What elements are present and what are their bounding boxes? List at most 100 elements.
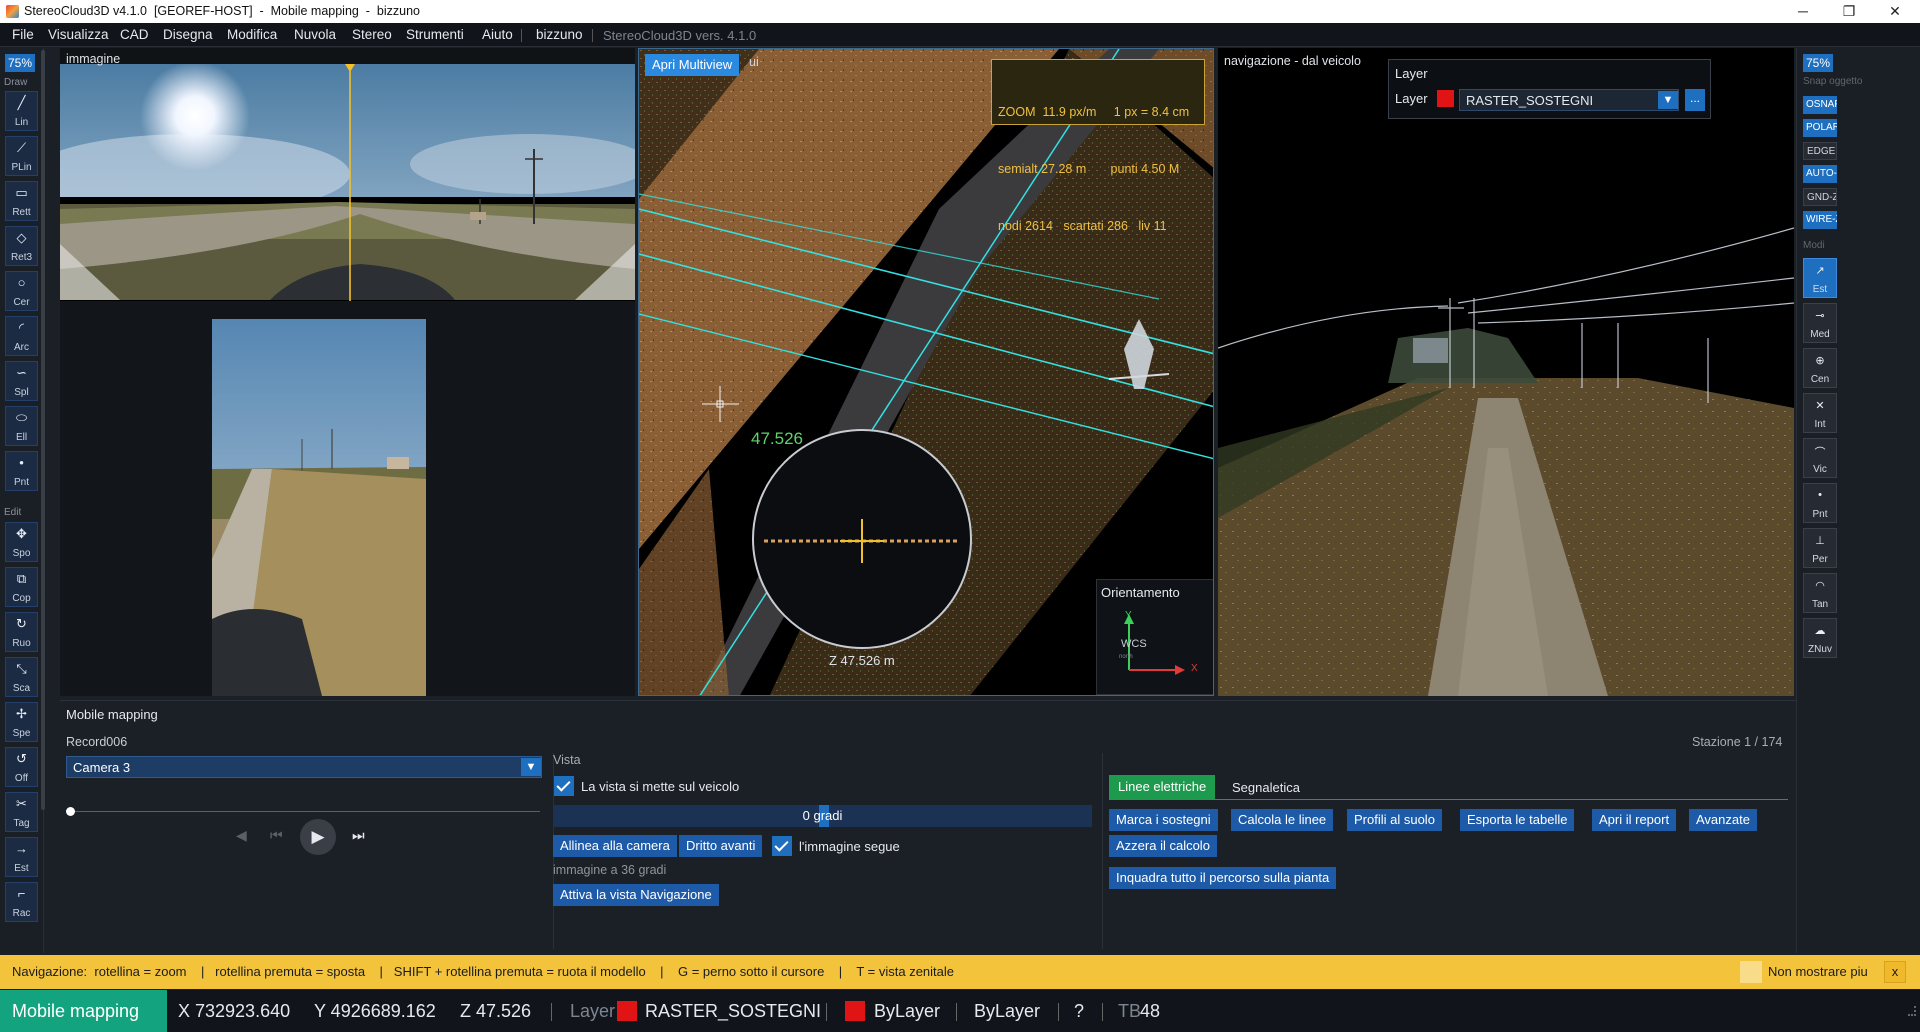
mode-label: Pnt xyxy=(1812,509,1828,520)
zoom-info-line-2: semialt 27.28 m punti 4.50 M xyxy=(998,162,1180,176)
compute-lines-button[interactable]: Calcola le linee xyxy=(1231,809,1334,831)
angle-slider[interactable]: 0 gradi xyxy=(553,805,1092,827)
menu-modifica[interactable]: Modifica xyxy=(227,27,277,42)
layer-select-value: RASTER_SOSTEGNI xyxy=(1466,93,1594,108)
left-zoom-level[interactable]: 75% xyxy=(5,54,35,72)
tool-sca-button[interactable]: ⤡ Sca xyxy=(5,657,38,697)
dont-show-checkbox[interactable] xyxy=(1740,961,1762,983)
align-camera-button[interactable]: Allinea alla camera xyxy=(553,835,677,857)
record-slider-thumb[interactable] xyxy=(66,807,75,816)
mode-label: Est xyxy=(1812,284,1828,295)
camera-photo[interactable] xyxy=(212,319,426,696)
minimize-button[interactable]: ─ xyxy=(1780,0,1826,23)
tool-pnt-button[interactable]: • Pnt xyxy=(5,451,38,491)
image-follows-checkbox[interactable] xyxy=(772,836,792,856)
tool-arc-button[interactable]: ◜ Arc xyxy=(5,316,38,356)
tool-rett-button[interactable]: ▭ Rett xyxy=(5,181,38,221)
status-layer-value[interactable]: RASTER_SOSTEGNI xyxy=(645,1001,821,1022)
tab-segnaletica[interactable]: Segnaletica xyxy=(1232,780,1300,795)
camera-select[interactable]: Camera 3 ▼ xyxy=(66,756,542,778)
tool-label: Ell xyxy=(15,432,28,443)
tool-spe-button[interactable]: ✢ Spe xyxy=(5,702,38,742)
mode-cen-button[interactable]: ⊕ Cen xyxy=(1803,348,1837,388)
tool-est-button[interactable]: → Est xyxy=(5,837,38,877)
follow-vehicle-checkbox[interactable] xyxy=(554,776,574,796)
title-bar: StereoCloud3D v4.1.0 [GEOREF-HOST] - Mob… xyxy=(0,0,1920,23)
tool-label: Tag xyxy=(13,818,30,829)
menu-user[interactable]: bizzuno xyxy=(536,27,583,42)
tool-ret3-button[interactable]: ◇ Ret3 xyxy=(5,226,38,266)
menu-visualizza[interactable]: Visualizza xyxy=(48,27,109,42)
tool-ruo-button[interactable]: ↻ Ruo xyxy=(5,612,38,652)
panorama-image[interactable] xyxy=(60,64,635,301)
tool-cop-button[interactable]: ⧉ Cop xyxy=(5,567,38,607)
snap-polar-toggle[interactable]: POLAR xyxy=(1803,119,1837,137)
tool-plin-button[interactable]: ⟋ PLin xyxy=(5,136,38,176)
tool-ell-button[interactable]: ⬭ Ell xyxy=(5,406,38,446)
menu-nuvola[interactable]: Nuvola xyxy=(294,27,336,42)
status-help[interactable]: ? xyxy=(1074,1001,1084,1022)
layer-more-button[interactable]: ... xyxy=(1685,89,1705,111)
tool-cer-button[interactable]: ○ Cer xyxy=(5,271,38,311)
frame-path-button[interactable]: Inquadra tutto il percorso sulla pianta xyxy=(1109,867,1337,889)
left-toolbar-scrollbar[interactable] xyxy=(41,50,45,810)
mode-vic-button[interactable]: ⌒ Vic xyxy=(1803,438,1837,478)
map-view-panel[interactable]: Apri Multiview ui ZOOM 11.9 px/m 1 px = … xyxy=(638,48,1214,696)
resize-grip-icon[interactable] xyxy=(1908,1006,1916,1016)
snap-gnd-z-toggle[interactable]: GND-Z xyxy=(1803,188,1837,206)
open-report-button[interactable]: Apri il report xyxy=(1592,809,1677,831)
straight-ahead-button[interactable]: Dritto avanti xyxy=(679,835,763,857)
activate-navigation-button[interactable]: Attiva la vista Navigazione xyxy=(553,884,719,906)
tool-spo-button[interactable]: ✥ Spo xyxy=(5,522,38,562)
reset-calculation-button[interactable]: Azzera il calcolo xyxy=(1109,835,1217,857)
mode-pnt-button[interactable]: • Pnt xyxy=(1803,483,1837,523)
window-title: StereoCloud3D v4.1.0 [GEOREF-HOST] - Mob… xyxy=(24,4,420,18)
left-toolbar: 75% Draw ╱ Lin ⟋ PLin ▭ Rett ◇ Ret3 ○ Cer ◜ Arc ∽ Spl… xyxy=(0,48,44,953)
right-zoom-level[interactable]: 75% xyxy=(1803,54,1833,72)
tool-rac-button[interactable]: ⌐ Rac xyxy=(5,882,38,922)
record-slider-track[interactable] xyxy=(70,811,540,812)
menu-file[interactable]: File xyxy=(12,27,34,42)
menu-strumenti[interactable]: Strumenti xyxy=(406,27,464,42)
snap-wire-z-toggle[interactable]: WIRE-Z xyxy=(1803,211,1837,229)
mode-per-button[interactable]: ⊥ Per xyxy=(1803,528,1837,568)
orientation-widget[interactable]: Orientamento Y X WCS north xyxy=(1096,579,1213,695)
tab-linee-elettriche[interactable]: Linee elettriche xyxy=(1109,775,1216,799)
next-frame-icon[interactable]: ⏭ xyxy=(352,827,365,844)
open-multiview-button[interactable]: Apri Multiview xyxy=(645,54,740,76)
ground-profiles-button[interactable]: Profili al suolo xyxy=(1347,809,1442,831)
previous-frame-icon[interactable]: ◀ xyxy=(236,827,247,844)
snap-auto-z-toggle[interactable]: AUTO-Z xyxy=(1803,165,1837,183)
status-linetype-value[interactable]: ByLayer xyxy=(974,1001,1040,1022)
status-color-value[interactable]: ByLayer xyxy=(874,1001,940,1022)
menu-aiuto[interactable]: Aiuto xyxy=(482,27,513,42)
camera-dropdown-icon[interactable]: ▼ xyxy=(521,758,541,776)
play-button[interactable]: ▶ xyxy=(300,819,336,855)
mode-est-button[interactable]: ↗ Est xyxy=(1803,258,1837,298)
tool-off-button[interactable]: ↺ Off xyxy=(5,747,38,787)
mode-tan-button[interactable]: ◠ Tan xyxy=(1803,573,1837,613)
layer-select[interactable]: RASTER_SOSTEGNI ▼ xyxy=(1459,89,1679,111)
mirror-icon: ✢ xyxy=(16,706,27,721)
mode-med-button[interactable]: ⊸ Med xyxy=(1803,303,1837,343)
tool-spl-button[interactable]: ∽ Spl xyxy=(5,361,38,401)
navigation-view-panel[interactable]: navigazione - dal veicolo Layer Layer RA… xyxy=(1218,48,1794,696)
mode-znuv-button[interactable]: ☁ ZNuv xyxy=(1803,618,1837,658)
menu-disegna[interactable]: Disegna xyxy=(163,27,213,42)
hint-close-button[interactable]: x xyxy=(1884,961,1906,983)
menu-cad[interactable]: CAD xyxy=(120,27,149,42)
advanced-button[interactable]: Avanzate xyxy=(1689,809,1757,831)
snap-edge-toggle[interactable]: EDGE xyxy=(1803,142,1837,160)
close-window-button[interactable]: ✕ xyxy=(1872,0,1918,23)
menu-stereo[interactable]: Stereo xyxy=(352,27,392,42)
tool-lin-button[interactable]: ╱ Lin xyxy=(5,91,38,131)
first-frame-icon[interactable]: ⏮ xyxy=(270,827,283,844)
layer-dropdown-icon[interactable]: ▼ xyxy=(1658,91,1678,109)
snap-osnap-toggle[interactable]: OSNAP xyxy=(1803,96,1837,114)
tool-tag-button[interactable]: ✂ Tag xyxy=(5,792,38,832)
export-tables-button[interactable]: Esporta le tabelle xyxy=(1460,809,1575,831)
camera-select-value: Camera 3 xyxy=(73,760,131,775)
mode-int-button[interactable]: ✕ Int xyxy=(1803,393,1837,433)
mark-poles-button[interactable]: Marca i sostegni xyxy=(1109,809,1218,831)
maximize-button[interactable]: ❐ xyxy=(1826,0,1872,23)
